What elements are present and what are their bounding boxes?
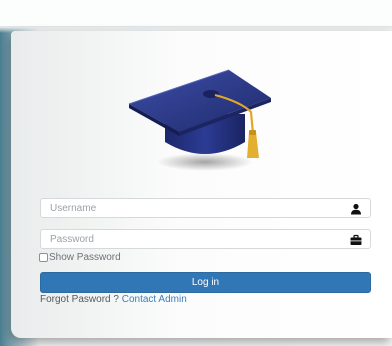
briefcase-icon [350,234,362,245]
username-input[interactable] [41,199,341,217]
password-field[interactable] [40,229,371,249]
username-field[interactable] [40,198,371,218]
forgot-password-row: Forgot Pasword ? Contact Admin [40,294,187,305]
graduation-cap-icon [128,69,271,171]
show-password-toggle[interactable]: Show Password [39,251,121,263]
show-password-label: Show Password [49,251,121,263]
contact-admin-link[interactable]: Contact Admin [122,294,187,305]
user-icon [351,203,361,215]
top-bar [0,0,392,27]
forgot-password-text: Forgot Pasword ? [40,294,119,305]
login-button[interactable]: Log in [40,272,371,293]
show-password-checkbox[interactable] [39,252,48,262]
password-input[interactable] [41,230,341,248]
